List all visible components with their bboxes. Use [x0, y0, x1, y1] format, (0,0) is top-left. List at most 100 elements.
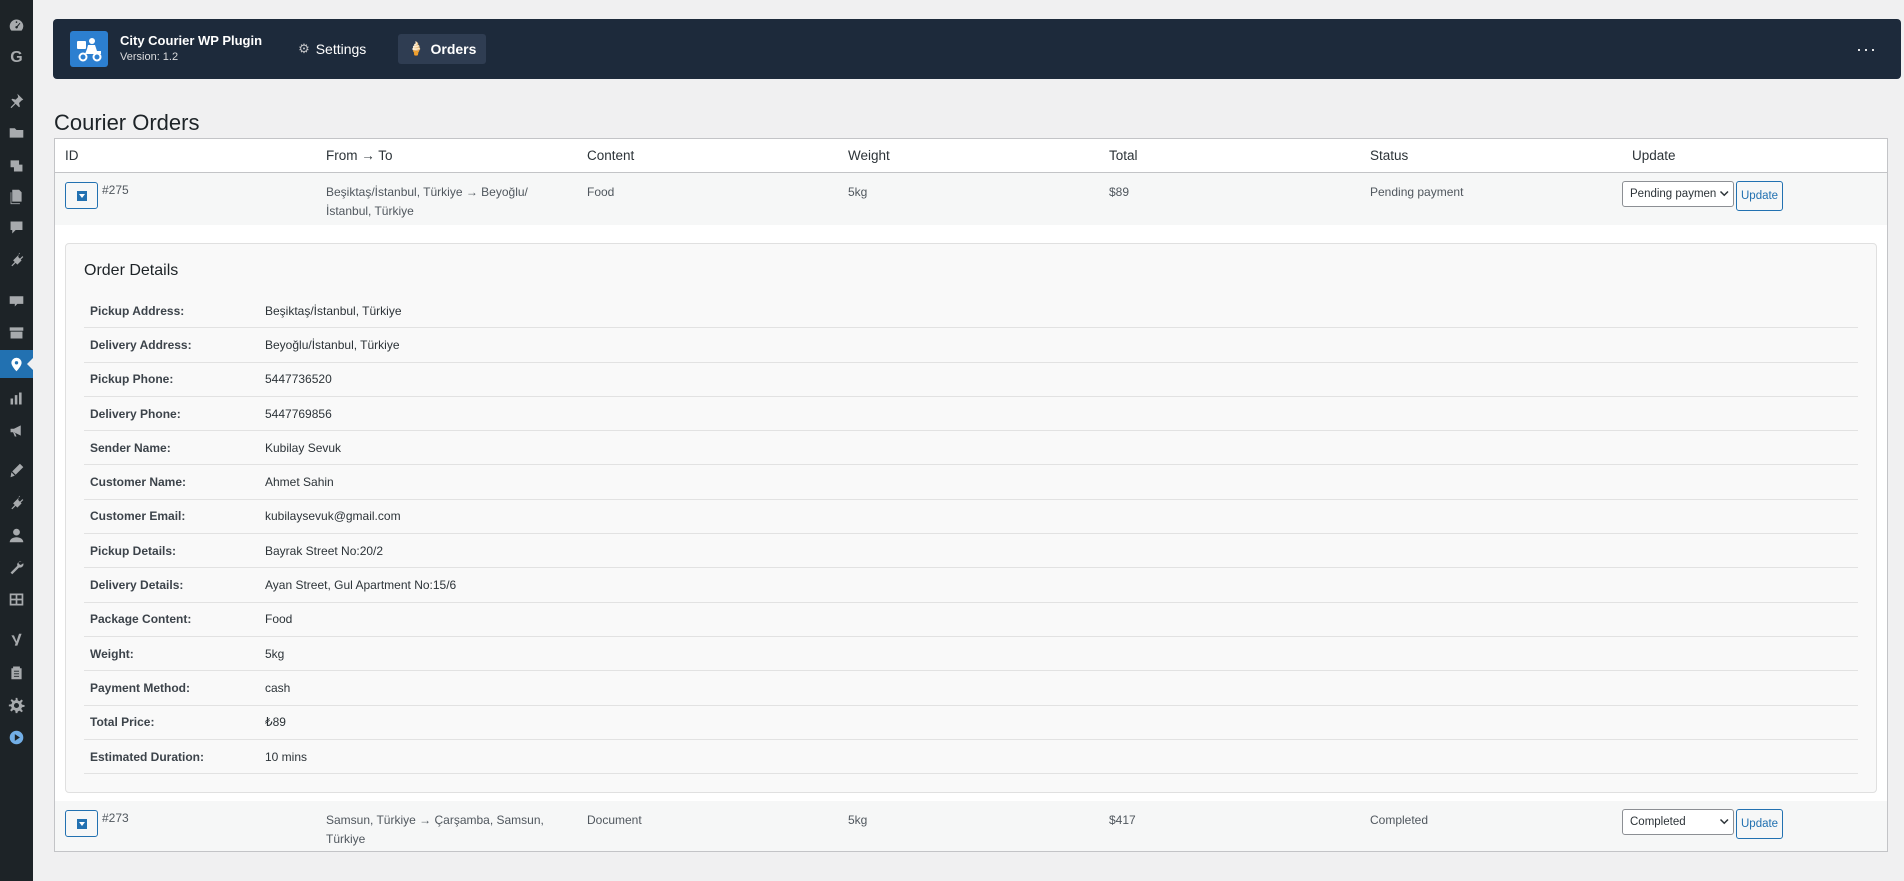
tab-settings[interactable]: ⚙ Settings: [288, 34, 376, 64]
order-details-title: Order Details: [84, 262, 179, 279]
google-icon[interactable]: G: [0, 44, 33, 72]
order-route: Samsun, Türkiye → Çarşamba, Samsun, Türk…: [326, 813, 544, 847]
plugins-icon[interactable]: [0, 245, 33, 273]
products-icon[interactable]: [0, 318, 33, 346]
detail-label: Delivery Phone:: [90, 406, 181, 421]
detail-value: 5447736520: [265, 372, 332, 387]
detail-row: Customer Name: Ahmet Sahin: [84, 465, 1858, 500]
order-status: Pending payment: [1370, 185, 1464, 199]
triangle-down-icon: [76, 818, 87, 829]
order-id: #273: [102, 811, 129, 826]
yoast-icon[interactable]: [0, 626, 33, 654]
settings-grid-icon[interactable]: [0, 585, 33, 613]
plugin-version: Version: 1.2: [120, 51, 179, 63]
table-header: ID From → To Content Weight Total Status…: [55, 139, 1887, 173]
detail-label: Sender Name:: [90, 440, 171, 455]
order-content: Document: [587, 813, 642, 828]
detail-row: Pickup Address: Beşiktaş/İstanbul, Türkiy…: [84, 294, 1858, 329]
update-button[interactable]: Update: [1736, 181, 1784, 211]
detail-value: kubilaysevuk@gmail.com: [265, 509, 401, 524]
detail-row: Delivery Address: Beyoğlu/İstanbul, Türki…: [84, 328, 1858, 363]
detail-label: Payment Method:: [90, 680, 191, 695]
media-icon[interactable]: [0, 151, 33, 179]
detail-label: Customer Email:: [90, 509, 186, 524]
plugin-name: City Courier WP Plugin: [120, 33, 263, 48]
tab-settings-label: Settings: [315, 41, 367, 57]
order-weight: 5kg: [848, 185, 868, 199]
plugins-2-icon[interactable]: [0, 488, 33, 516]
detail-label: Delivery Address:: [90, 337, 192, 352]
chevron-down-icon: [1716, 189, 1730, 199]
detail-label: Estimated Duration:: [90, 749, 205, 764]
status-select[interactable]: Pending payment: [1622, 181, 1734, 207]
col-content: Content: [587, 148, 635, 163]
detail-value: Bayrak Street No:20/2: [265, 543, 384, 558]
detail-row: Weight: 5kg: [84, 637, 1858, 672]
status-select-value: Pending payment: [1630, 187, 1720, 200]
col-status: Status: [1370, 148, 1409, 163]
order-details-list: Pickup Address: Beşiktaş/İstanbul, Türkiy…: [84, 294, 1858, 775]
analytics-icon[interactable]: [0, 384, 33, 412]
page-title: Courier Orders: [54, 110, 200, 135]
comments-icon[interactable]: [0, 213, 33, 241]
detail-row: Customer Email: kubilaysevuk@gmail.com: [84, 500, 1858, 535]
dashboard-icon[interactable]: [0, 11, 33, 39]
posts-pin-icon[interactable]: [0, 86, 33, 114]
triangle-down-icon: [76, 190, 87, 201]
col-id: ID: [65, 148, 79, 163]
detail-label: Pickup Details:: [90, 543, 177, 558]
detail-row: Pickup Phone: 5447736520: [84, 363, 1858, 397]
plugin-header: City Courier WP Plugin Version: 1.2 ⚙ Se…: [53, 19, 1901, 79]
order-status: Completed: [1370, 813, 1429, 828]
detail-value: Beşiktaş/İstanbul, Türkiye: [265, 303, 402, 318]
detail-label: Total Price:: [90, 715, 155, 730]
gear-icon: ⚙: [298, 41, 310, 56]
order-total: $89: [1109, 185, 1130, 199]
update-button[interactable]: Update: [1736, 809, 1784, 840]
detail-value: 5447769856: [265, 406, 332, 421]
gear-sidebar-icon[interactable]: [0, 691, 33, 719]
detail-label: Pickup Phone:: [90, 372, 174, 387]
detail-row: Sender Name: Kubilay Sevuk: [84, 431, 1858, 466]
detail-row: Payment Method: cash: [84, 671, 1858, 706]
order-id: #275: [102, 183, 129, 197]
orders-table: ID From → To Content Weight Total Status…: [54, 138, 1888, 853]
order-content: Food: [587, 185, 615, 199]
col-route: From → To: [326, 148, 393, 163]
detail-label: Weight:: [90, 646, 134, 661]
detail-value: Beyoğlu/İstanbul, Türkiye: [265, 337, 400, 352]
detail-value: cash: [265, 680, 291, 695]
order-details-wrapper: Order Details Pickup Address: Beşiktaş/İs…: [55, 225, 1887, 802]
play-circle-icon[interactable]: [0, 723, 33, 751]
expand-toggle-button[interactable]: [65, 182, 98, 209]
detail-value: Food: [265, 612, 293, 627]
detail-label: Package Content:: [90, 612, 192, 627]
col-weight: Weight: [848, 148, 890, 163]
detail-label: Customer Name:: [90, 475, 187, 490]
folder-icon[interactable]: [0, 118, 33, 146]
clipboard-icon[interactable]: [0, 658, 33, 686]
marketing-icon[interactable]: [0, 416, 33, 444]
order-weight: 5kg: [848, 813, 868, 828]
detail-value: Ayan Street, Gul Apartment No:15/6: [265, 578, 457, 593]
plugin-logo: [70, 31, 108, 67]
detail-row: Pickup Details: Bayrak Street No:20/2: [84, 534, 1858, 569]
woocommerce-icon[interactable]: [0, 286, 33, 314]
chevron-down-icon: [1716, 817, 1730, 828]
location-pin-icon[interactable]: [0, 350, 33, 378]
detail-value: ₺89: [265, 715, 286, 730]
detail-label: Delivery Details:: [90, 578, 184, 593]
status-select[interactable]: Completed: [1622, 809, 1734, 836]
appearance-icon[interactable]: [0, 456, 33, 484]
tools-icon[interactable]: [0, 553, 33, 581]
order-route: Beşiktaş/İstanbul, Türkiye → Beyoğlu/ İs…: [326, 185, 528, 218]
detail-row: Delivery Phone: 5447769856: [84, 397, 1858, 432]
expand-toggle-button[interactable]: [65, 810, 98, 838]
admin-sidebar: G: [0, 0, 33, 881]
tab-orders[interactable]: 🍦 Orders: [398, 34, 487, 64]
order-total: $417: [1109, 813, 1136, 828]
users-icon[interactable]: [0, 521, 33, 549]
pages-icon[interactable]: [0, 182, 33, 210]
table-row: #275 Beşiktaş/İstanbul, Türkiye → Beyoğl…: [55, 173, 1887, 225]
more-dots-icon[interactable]: ···: [1856, 39, 1877, 60]
